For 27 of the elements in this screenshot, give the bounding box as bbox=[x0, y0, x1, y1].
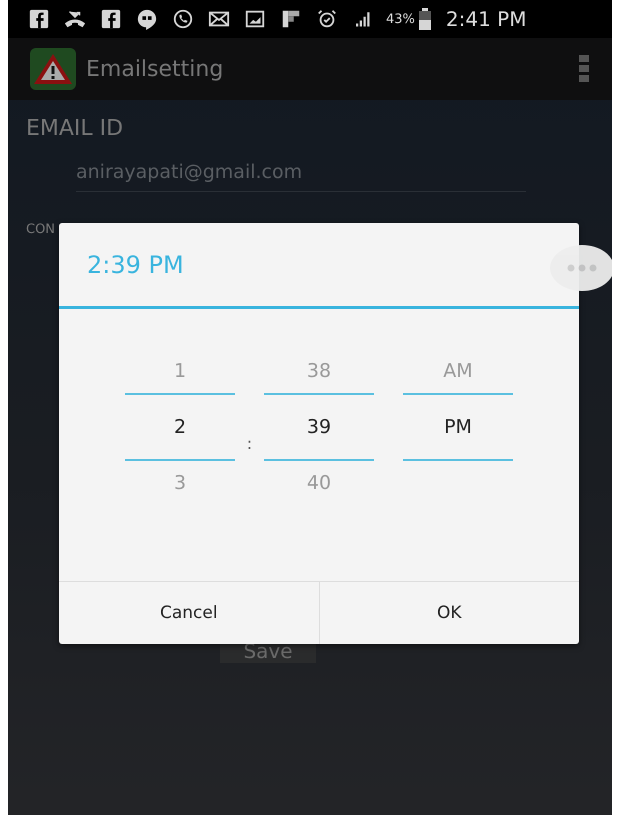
dots-icon bbox=[567, 264, 597, 272]
app-title: Emailsetting bbox=[86, 56, 224, 82]
picker-option[interactable]: 38 bbox=[306, 360, 332, 382]
picker-selected-value[interactable]: 2 bbox=[125, 393, 235, 461]
battery-percent: 43% bbox=[386, 12, 415, 26]
dialog-button[interactable]: Cancel bbox=[59, 582, 318, 644]
warning-app-icon bbox=[30, 48, 76, 90]
picker-option[interactable]: 3 bbox=[174, 472, 186, 494]
dialog-button[interactable]: OK bbox=[318, 582, 579, 644]
picker-selected-value[interactable]: PM bbox=[403, 393, 513, 461]
field-label: CON bbox=[26, 222, 56, 237]
picker-option[interactable]: AM bbox=[443, 360, 473, 382]
picker-option[interactable]: 1 bbox=[174, 360, 186, 382]
alarm-clock-icon bbox=[316, 8, 338, 30]
picker-selected-value[interactable]: 39 bbox=[264, 393, 374, 461]
chat-bubble-icon bbox=[136, 8, 158, 30]
picker-option[interactable]: 40 bbox=[306, 472, 332, 494]
status-time: 2:41 PM bbox=[446, 7, 526, 31]
facebook-icon bbox=[100, 8, 122, 30]
image-icon bbox=[244, 8, 266, 30]
dialog-time-title: 2:39 PM bbox=[87, 250, 184, 278]
battery-icon bbox=[418, 8, 432, 30]
time-separator: : bbox=[246, 432, 254, 454]
overflow-menu-icon bbox=[578, 54, 590, 84]
email-id-label: EMAIL ID bbox=[26, 116, 124, 141]
facebook-icon bbox=[28, 8, 50, 30]
email-field[interactable]: anirayapati@gmail.com bbox=[76, 161, 526, 192]
